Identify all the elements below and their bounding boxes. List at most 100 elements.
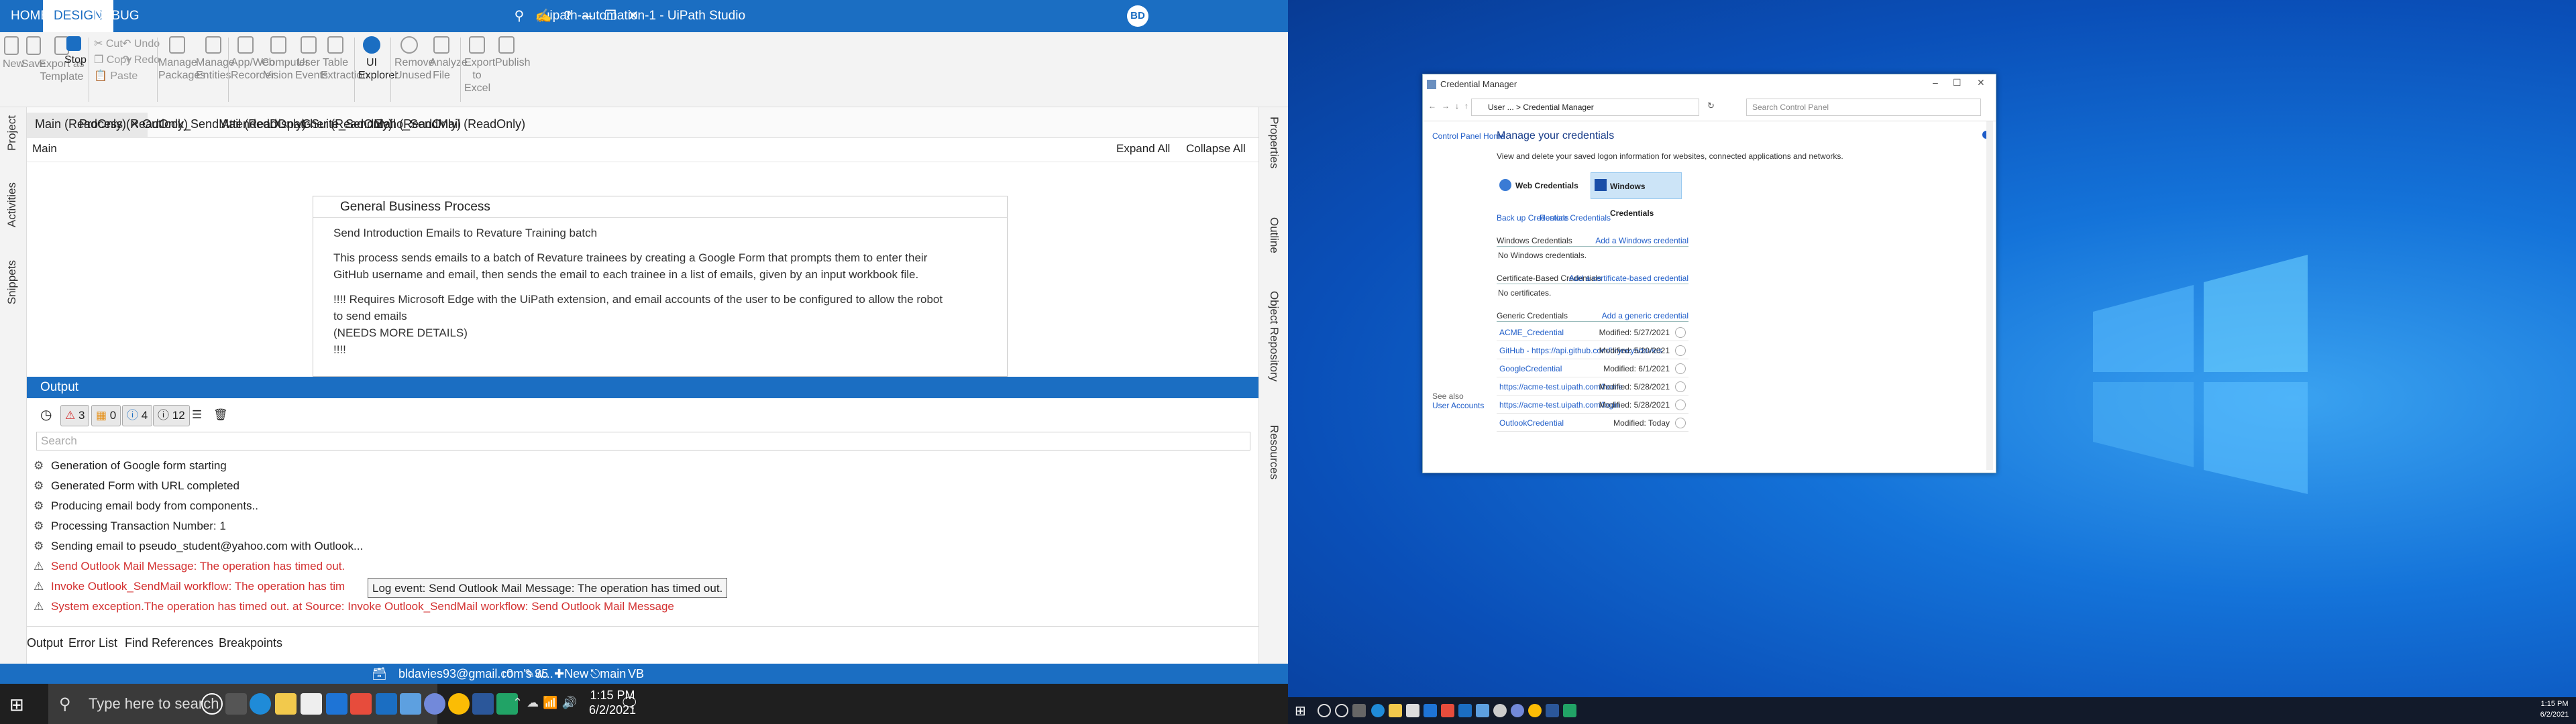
- redo-button[interactable]: ↷ Redo: [122, 52, 160, 68]
- cortana-icon[interactable]: [201, 693, 223, 715]
- close-icon[interactable]: ✕: [1977, 77, 1985, 88]
- app-icon[interactable]: [1563, 704, 1576, 717]
- chrome-icon[interactable]: [1528, 704, 1542, 717]
- office-icon[interactable]: [350, 693, 372, 715]
- add-windows-credential-link[interactable]: Add a Windows credential: [1595, 235, 1688, 246]
- log-line-error[interactable]: ⚠ Invoke Outlook_SendMail workflow: The o…: [34, 577, 345, 597]
- project-panel-tab[interactable]: Project: [5, 115, 19, 151]
- uipath-icon[interactable]: [376, 693, 397, 715]
- discord-icon[interactable]: [1511, 704, 1524, 717]
- paste-button[interactable]: 📋 Paste: [94, 68, 138, 84]
- discord-icon[interactable]: [424, 693, 445, 715]
- list-item[interactable]: GoogleCredential Modified: 6/1/2021: [1497, 360, 1688, 377]
- tab-zoho-sendmail[interactable]: Zoho_SendMail (ReadOnly): [368, 113, 533, 138]
- errors-filter[interactable]: ⚠ 3: [60, 405, 90, 426]
- log-line[interactable]: ⚙ Generated Form with URL completed: [34, 476, 239, 496]
- control-panel-icon[interactable]: [400, 693, 421, 715]
- add-generic-credential-link[interactable]: Add a generic credential: [1602, 310, 1688, 321]
- windows-start-icon[interactable]: ⊞: [9, 695, 24, 715]
- log-line[interactable]: ⚙ Producing email body from components..: [34, 496, 258, 516]
- mail-icon[interactable]: [326, 693, 347, 715]
- word-icon[interactable]: [1546, 704, 1559, 717]
- pending-changes[interactable]: ↕ 0: [500, 664, 513, 684]
- app-web-recorder-button[interactable]: App/Web Recorder: [231, 36, 275, 82]
- task-view-icon[interactable]: [1352, 704, 1366, 717]
- nav-arrows-icon[interactable]: ←→↓↑: [1428, 101, 1474, 111]
- list-item[interactable]: OutlookCredential Modified: Today: [1497, 414, 1688, 432]
- export-excel-button[interactable]: Export to Excel: [464, 36, 495, 95]
- scrollbar[interactable]: [1986, 121, 1993, 470]
- system-tray-icons[interactable]: ⌃☁📶🔊: [513, 696, 581, 710]
- close-icon[interactable]: ✕: [624, 7, 643, 25]
- object-repository-panel-tab[interactable]: Object Repository: [1267, 291, 1281, 381]
- new-button[interactable]: New: [3, 36, 24, 70]
- user-events-button[interactable]: User Events: [295, 36, 328, 82]
- app-icon[interactable]: [1493, 704, 1507, 717]
- control-panel-search[interactable]: Search Control Panel: [1746, 99, 1981, 116]
- taskbar-clock[interactable]: 1:15 PM 6/2/2021: [2536, 699, 2573, 720]
- list-item[interactable]: https://acme-test.uipath.com/login Modifi…: [1497, 396, 1688, 414]
- restore-credentials-link[interactable]: Restore Credentials: [1540, 213, 1611, 223]
- manage-packages-button[interactable]: Manage Packages: [158, 36, 205, 82]
- control-panel-icon[interactable]: [1476, 704, 1489, 717]
- address-input[interactable]: User ... > Credential Manager: [1471, 99, 1699, 116]
- word-icon[interactable]: [472, 693, 494, 715]
- ui-explorer-button[interactable]: UI Explorer: [358, 36, 398, 82]
- mail-icon[interactable]: [1424, 704, 1437, 717]
- undo-button[interactable]: ↶ Undo: [122, 36, 160, 52]
- collapse-all-button[interactable]: Collapse All: [1186, 142, 1246, 156]
- office-icon[interactable]: [1441, 704, 1454, 717]
- log-line-error[interactable]: ⚠ System exception.The operation has time…: [34, 597, 674, 617]
- task-view-icon[interactable]: [225, 693, 247, 715]
- notifications-icon[interactable]: 🗨: [620, 695, 639, 712]
- store-icon[interactable]: [301, 693, 322, 715]
- log-line[interactable]: ⚙ Generation of Google form starting: [34, 456, 227, 476]
- expand-icon[interactable]: [1675, 345, 1686, 356]
- list-item[interactable]: https://acme-test.uipath.com/home Modifie…: [1497, 378, 1688, 396]
- user-accounts-link[interactable]: User Accounts: [1432, 400, 1484, 411]
- maximize-icon[interactable]: ☐: [1953, 77, 1962, 88]
- restore-icon[interactable]: ❐: [601, 7, 620, 25]
- warnings-filter[interactable]: ▦ 0: [91, 405, 121, 426]
- clock-icon[interactable]: ◷: [36, 405, 56, 426]
- expand-icon[interactable]: [1675, 381, 1686, 392]
- control-panel-home-link[interactable]: Control Panel Home: [1432, 131, 1505, 141]
- cut-button[interactable]: ✂ Cut: [94, 36, 123, 52]
- list-item[interactable]: ACME_Credential Modified: 5/27/2021: [1497, 324, 1688, 341]
- info-filter[interactable]: ⓘ 4: [122, 405, 153, 426]
- sequence-activity[interactable]: General Business Process Send Introducti…: [313, 196, 1008, 377]
- properties-panel-tab[interactable]: Properties: [1267, 117, 1281, 168]
- feedback-icon[interactable]: ✍: [534, 7, 553, 25]
- storage-icon[interactable]: 🗃: [372, 664, 387, 684]
- outline-panel-tab[interactable]: Outline: [1267, 217, 1281, 253]
- cortana-icon[interactable]: [1335, 704, 1348, 717]
- manage-entities-button[interactable]: Manage Entities: [196, 36, 235, 82]
- snippets-panel-tab[interactable]: Snippets: [5, 260, 19, 304]
- log-line-error[interactable]: ⚠ Send Outlook Mail Message: The operatio…: [34, 556, 345, 577]
- tab-error-list[interactable]: Error List: [68, 636, 117, 650]
- expand-icon[interactable]: [1675, 363, 1686, 374]
- new-folder-button[interactable]: ✚ New folder: [554, 664, 594, 701]
- tab-output[interactable]: Output: [27, 636, 63, 650]
- minimize-icon[interactable]: –: [578, 7, 597, 25]
- expand-icon[interactable]: [1675, 400, 1686, 410]
- tab-breakpoints[interactable]: Breakpoints: [219, 636, 282, 650]
- tab-find-references[interactable]: Find References: [125, 636, 213, 650]
- analyze-file-button[interactable]: Analyze File: [429, 36, 468, 82]
- refresh-icon[interactable]: ↻: [1707, 101, 1715, 111]
- table-extraction-button[interactable]: Table Extraction: [321, 36, 368, 82]
- list-filter-icon[interactable]: ☰: [188, 405, 206, 426]
- expand-icon[interactable]: [1675, 418, 1686, 428]
- search-icon[interactable]: [1318, 704, 1331, 717]
- log-line[interactable]: ⚙ Sending email to pseudo_student@yahoo.c…: [34, 536, 363, 556]
- commit-count[interactable]: ✎ 35: [525, 664, 548, 684]
- log-line[interactable]: ⚙ Processing Transaction Number: 1: [34, 516, 226, 536]
- clear-icon[interactable]: 🗑: [209, 405, 232, 426]
- file-explorer-icon[interactable]: [1389, 704, 1402, 717]
- edge-icon[interactable]: [250, 693, 271, 715]
- avatar[interactable]: BD: [1127, 5, 1148, 27]
- windows-start-icon[interactable]: ⊞: [1295, 703, 1306, 719]
- remove-unused-button[interactable]: Remove Unused: [394, 36, 435, 82]
- publish-button[interactable]: Publish: [495, 36, 530, 69]
- expand-icon[interactable]: [1675, 327, 1686, 338]
